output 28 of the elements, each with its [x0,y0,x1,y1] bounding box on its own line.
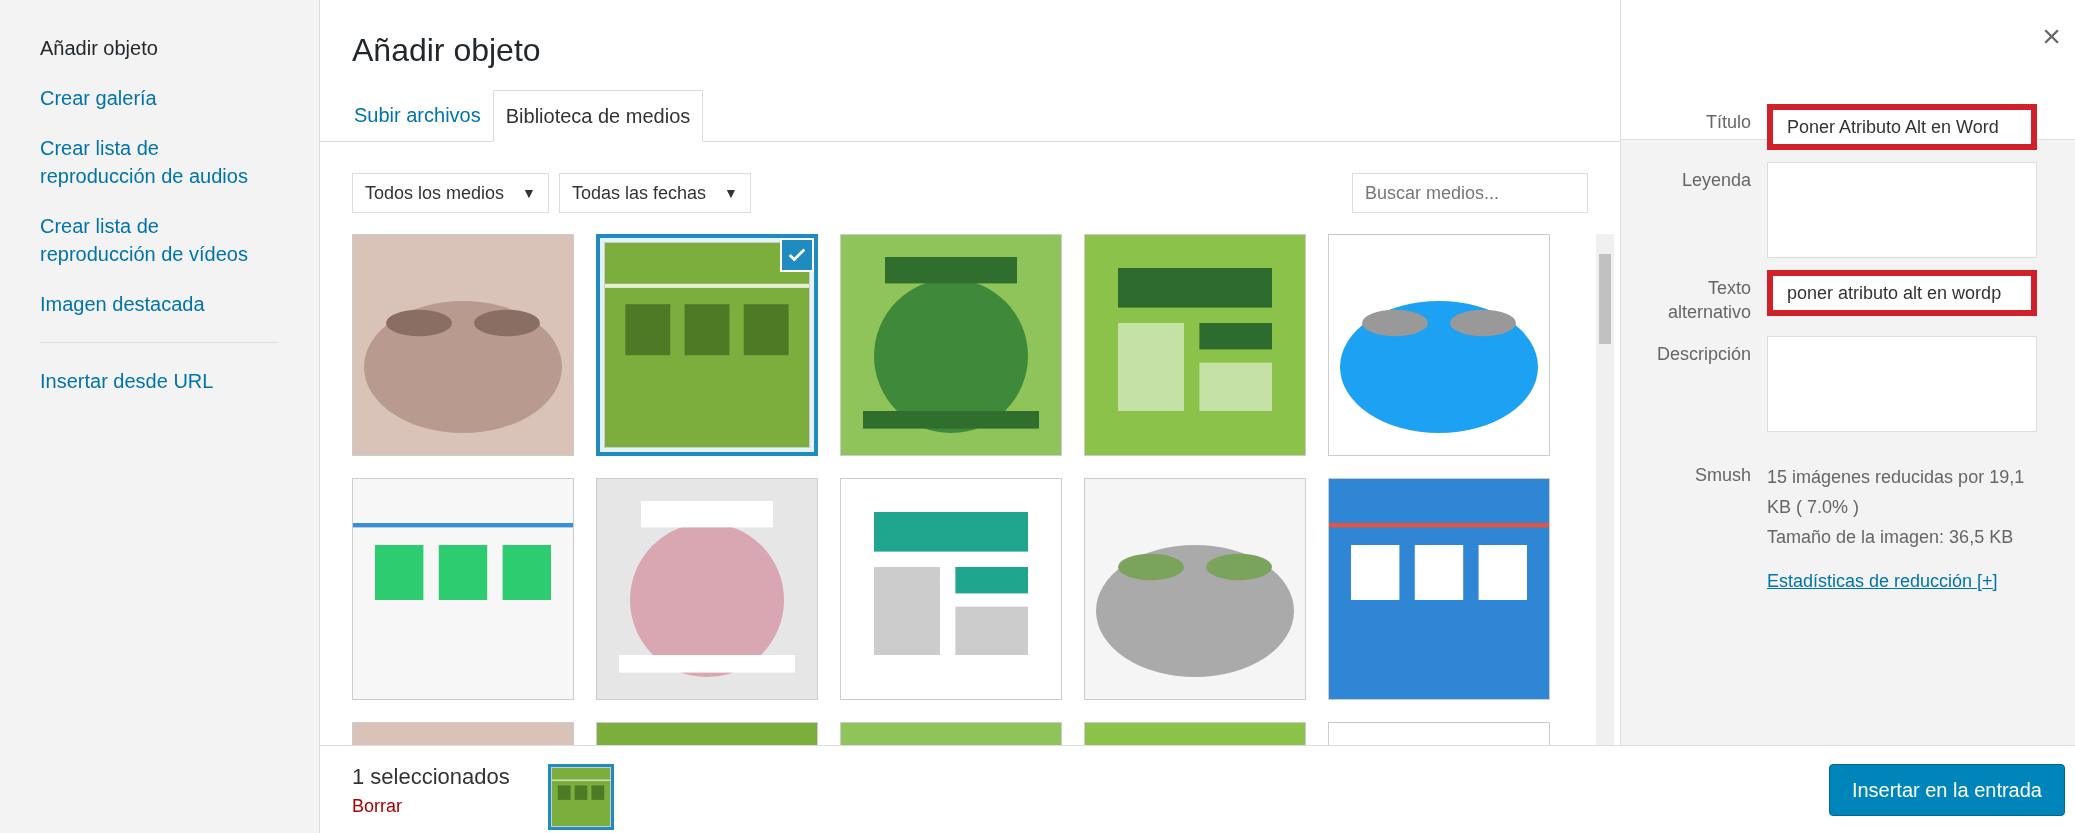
text-field[interactable]: poner atributo alt en wordp [1767,270,2037,316]
field-label: Descripción [1655,343,1751,366]
field-label: Texto alternativo [1666,277,1751,324]
field-label: Smush [1693,464,1751,487]
filter-dropdown[interactable]: Todos los medios ▼ [352,173,549,213]
modal-title: Añadir objeto [351,31,542,70]
stats-link[interactable]: Estadísticas de reducción [+] [1767,566,2037,596]
tab[interactable]: Subir archivos [342,89,493,141]
field-label: Leyenda [1680,169,1751,192]
sidebar-item[interactable]: Crear galería [40,84,279,112]
text-field[interactable]: Poner Atributo Alt en Word [1767,104,2037,150]
check-icon[interactable] [780,238,814,272]
sidebar-item[interactable]: Añadir objeto [40,34,279,62]
close-button[interactable]: × [2042,20,2061,52]
insert-button[interactable]: Insertar en la entrada [1828,763,2065,816]
sidebar-item[interactable]: Crear lista de reproducción de vídeos [40,212,279,268]
smush-text: Tamaño de la imagen: 36,5 KB [1767,526,2015,549]
selection-count: 1 seleccionados [352,762,511,791]
smush-text: 15 imágenes reducidas por 19,1 KB ( 7.0% ) [1767,466,2026,519]
sidebar-item[interactable]: Crear lista de reproducción de audios [40,134,279,190]
sidebar-item[interactable]: Imagen destacada [40,290,279,318]
search-field[interactable]: Buscar medios... [1352,173,1588,213]
filter-dropdown[interactable]: Todas las fechas ▼ [558,173,751,213]
sidebar-item[interactable]: Insertar desde URL [40,367,279,395]
scrollbar[interactable] [1596,234,1614,745]
field-label: Título [1704,111,1751,134]
tab[interactable]: Biblioteca de medios [492,90,704,142]
clear-link[interactable]: Borrar [352,792,548,820]
